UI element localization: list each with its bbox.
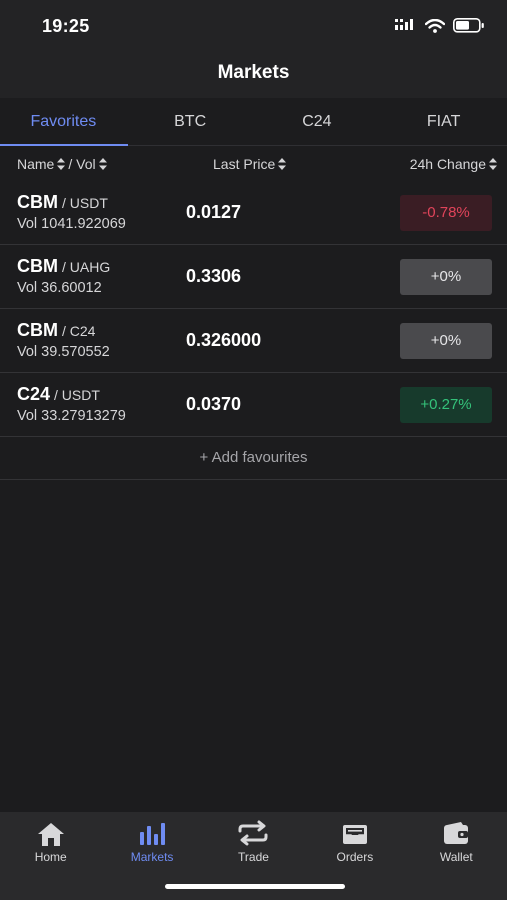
market-tabs: Favorites BTC C24 FIAT (0, 98, 507, 146)
bar-chart-icon (140, 823, 166, 845)
page-title: Markets (217, 62, 290, 83)
sort-by-24h-change[interactable]: 24h Change (410, 156, 497, 172)
last-price: 0.0370 (186, 394, 242, 414)
sort-icon (98, 158, 107, 170)
volume: Vol 33.27913279 (17, 408, 126, 424)
sort-icon (57, 158, 66, 170)
market-list: CBM / USDT Vol 1041.922069 0.0127 -0.78% … (0, 181, 507, 480)
header: 19:25 Markets (0, 0, 507, 98)
nav-markets-label: Markets (130, 850, 174, 864)
nav-home-label: Home (34, 850, 67, 864)
nav-trade-label: Trade (238, 850, 269, 864)
nav-home[interactable]: Home (0, 820, 101, 864)
status-bar: 19:25 (0, 0, 507, 54)
market-row[interactable]: CBM / USDT Vol 1041.922069 0.0127 -0.78% (0, 181, 507, 245)
signal-icon (395, 18, 413, 30)
base-asset: CBM (17, 192, 58, 212)
volume: Vol 39.570552 (17, 344, 110, 360)
market-row[interactable]: CBM / UAHG Vol 36.60012 0.3306 +0% (0, 245, 507, 309)
last-price: 0.3306 (186, 266, 242, 286)
market-row[interactable]: C24/ USDT Vol 33.27913279 0.0370 +0.27% (0, 373, 507, 437)
tab-favorites[interactable]: Favorites (0, 98, 127, 146)
battery-icon (453, 18, 484, 33)
change-badge: +0.27% (400, 387, 492, 423)
column-name-label: Name (17, 156, 55, 172)
quote-asset: / UAHG (62, 259, 111, 275)
column-last-price-label: Last Price (213, 156, 276, 172)
change-badge: +0% (400, 259, 492, 295)
add-favourites-button[interactable]: + Add favourites (0, 437, 507, 480)
sort-icon (489, 158, 497, 170)
last-price: 0.326000 (186, 330, 262, 350)
home-icon (37, 823, 64, 846)
column-headers: Name / Vol Last Price 24h Change (0, 146, 507, 182)
tab-btc[interactable]: BTC (127, 98, 254, 146)
sort-by-name[interactable]: Name (17, 156, 66, 172)
inbox-icon (342, 825, 367, 844)
volume: Vol 1041.922069 (17, 216, 126, 232)
sort-by-vol[interactable]: / Vol (68, 156, 107, 172)
wifi-icon (425, 18, 445, 33)
status-icons (395, 18, 485, 33)
pair-name: C24/ USDT (17, 384, 100, 405)
quote-asset: / USDT (54, 387, 100, 403)
volume: Vol 36.60012 (17, 280, 102, 296)
tab-fiat[interactable]: FIAT (380, 98, 507, 146)
last-price: 0.0127 (186, 202, 242, 222)
change-badge: +0% (400, 323, 492, 359)
nav-wallet-label: Wallet (439, 850, 473, 864)
pair-name: CBM / USDT (17, 192, 108, 213)
change-badge: -0.78% (400, 195, 492, 231)
base-asset: C24 (17, 384, 51, 404)
status-time: 19:25 (42, 16, 90, 36)
column-header-name-vol: Name / Vol (17, 156, 107, 172)
column-vol-label: / Vol (68, 156, 96, 172)
wallet-icon (444, 822, 469, 844)
quote-asset: / USDT (62, 195, 108, 211)
pair-name: CBM / C24 (17, 320, 95, 341)
pair-name: CBM / UAHG (17, 256, 110, 277)
sort-icon (278, 158, 287, 170)
tab-c24[interactable]: C24 (254, 98, 381, 146)
base-asset: CBM (17, 320, 58, 340)
nav-wallet[interactable]: Wallet (406, 820, 507, 864)
home-indicator (165, 884, 345, 889)
base-asset: CBM (17, 256, 58, 276)
nav-trade[interactable]: Trade (203, 820, 304, 864)
swap-icon (238, 820, 268, 846)
market-row[interactable]: CBM / C24 Vol 39.570552 0.326000 +0% (0, 309, 507, 373)
nav-orders-label: Orders (336, 850, 374, 864)
column-change-label: 24h Change (409, 156, 486, 172)
nav-orders[interactable]: Orders (304, 820, 405, 864)
nav-markets[interactable]: Markets (101, 820, 202, 864)
sort-by-last-price[interactable]: Last Price (213, 156, 287, 172)
quote-asset: / C24 (62, 323, 96, 339)
